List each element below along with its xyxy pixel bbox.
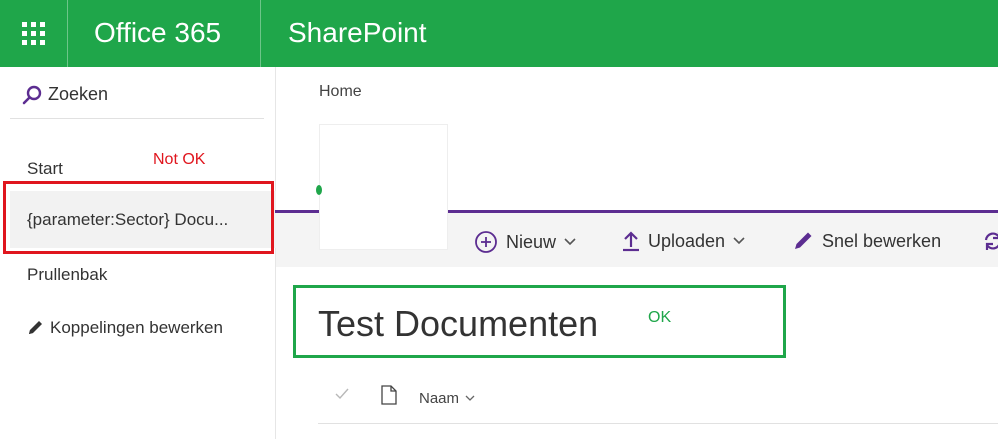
app-launcher-button[interactable]: [0, 0, 67, 67]
new-button-label: Nieuw: [506, 231, 557, 252]
quick-edit-button[interactable]: Snel bewerken: [792, 230, 941, 252]
office-365-title[interactable]: Office 365: [94, 17, 221, 49]
suite-bar-divider: [260, 0, 261, 67]
document-icon: [381, 385, 397, 405]
sync-icon: [984, 232, 998, 250]
new-button[interactable]: Nieuw: [474, 230, 584, 254]
nav-divider: [10, 118, 264, 119]
chevron-down-icon: [465, 395, 475, 401]
nav-item-start[interactable]: Start: [27, 159, 63, 179]
edit-links-label: Koppelingen bewerken: [50, 318, 223, 337]
list-header-divider: [318, 423, 998, 424]
app-launcher-waffle-icon: [22, 22, 45, 45]
name-column-label: Naam: [419, 390, 460, 407]
name-column-header[interactable]: Naam: [419, 390, 475, 407]
search-icon: [22, 85, 42, 104]
select-all-checkbox[interactable]: [335, 388, 349, 400]
edit-links-link[interactable]: Koppelingen bewerken: [27, 318, 223, 338]
chevron-down-icon: [733, 237, 745, 245]
not-ok-annotation: Not OK: [153, 151, 206, 168]
quick-edit-button-label: Snel bewerken: [822, 230, 942, 251]
file-type-column-header[interactable]: [381, 385, 397, 405]
search-box[interactable]: Zoeken: [22, 84, 108, 105]
upload-button-label: Uploaden: [648, 230, 726, 251]
site-logo[interactable]: [319, 124, 448, 250]
suite-bar-divider: [67, 0, 68, 67]
upload-icon: [623, 231, 639, 252]
nav-item-recycle-bin[interactable]: Prullenbak: [27, 265, 107, 285]
checkmark-icon: [335, 388, 349, 400]
upload-button[interactable]: Uploaden: [622, 230, 753, 252]
sync-button[interactable]: [982, 230, 998, 252]
add-icon: [475, 231, 497, 253]
chevron-down-icon: [564, 238, 576, 246]
site-logo-mark: [316, 185, 322, 195]
suite-bar: Office 365 SharePoint: [0, 0, 998, 67]
sharepoint-title[interactable]: SharePoint: [288, 17, 427, 49]
pencil-icon: [795, 232, 812, 249]
red-highlight-box: [3, 181, 274, 254]
search-label: Zoeken: [48, 84, 109, 104]
page-title: Test Documenten: [318, 303, 599, 344]
breadcrumb[interactable]: Home: [319, 83, 362, 101]
pencil-icon: [29, 321, 42, 334]
ok-annotation: OK: [648, 309, 672, 326]
